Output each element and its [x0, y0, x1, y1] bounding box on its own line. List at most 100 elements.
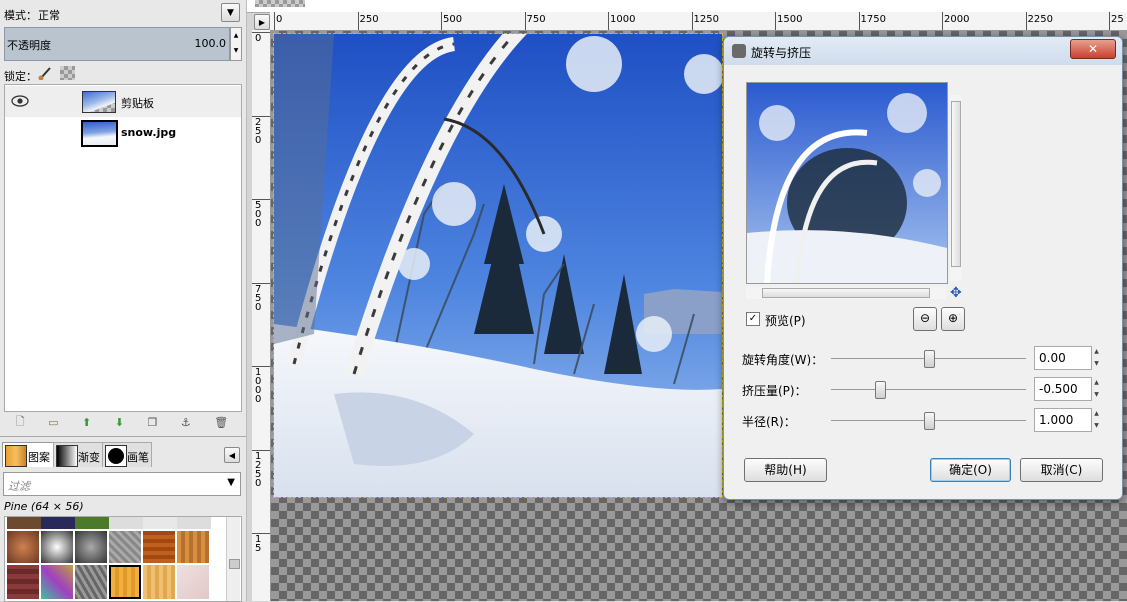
- gimp-icon: [732, 44, 746, 58]
- preview-image: [747, 83, 947, 283]
- pattern-swatch[interactable]: [7, 531, 39, 563]
- ruler-tick: [252, 366, 270, 367]
- dialog-titlebar[interactable]: 旋转与挤压 ✕: [724, 37, 1122, 65]
- filter-combo[interactable]: 过滤 ▼: [3, 472, 241, 496]
- param-label: 半径(R)：: [742, 415, 796, 429]
- ruler-tick-label: 500: [255, 200, 262, 229]
- ruler-tick-label: 1500: [777, 14, 803, 25]
- ruler-tick: [775, 12, 776, 30]
- layers-toolbar: 🗋 ▭ ⬆ ⬇ ❐ ⚓ 🗑: [4, 412, 240, 432]
- delete-icon[interactable]: 🗑: [214, 416, 228, 429]
- folder-icon[interactable]: ▭: [48, 416, 58, 429]
- preview-hscroll[interactable]: [746, 287, 946, 299]
- spin-down-icon[interactable]: ▼: [231, 43, 241, 58]
- mode-dropdown-button[interactable]: ▼: [221, 3, 240, 22]
- pattern-swatch-selected[interactable]: [109, 565, 141, 599]
- navigate-icon[interactable]: ✥: [950, 286, 964, 300]
- panel-menu-button[interactable]: ◀: [224, 447, 240, 463]
- ruler-tick-label: 25: [1111, 14, 1124, 25]
- ruler-tick-label: 1250: [693, 14, 719, 25]
- pattern-swatch[interactable]: [7, 565, 39, 599]
- ruler-vertical: 0 250 500 750 1000 1250 15: [252, 30, 271, 601]
- pattern-swatch[interactable]: [41, 517, 75, 529]
- scrollbar-thumb[interactable]: [229, 559, 240, 569]
- preview-vscroll[interactable]: [950, 95, 962, 281]
- slider-track[interactable]: [831, 389, 1026, 390]
- value-field[interactable]: -0.500: [1034, 377, 1092, 401]
- ok-button[interactable]: 确定(O): [930, 458, 1011, 482]
- close-button[interactable]: ✕: [1070, 39, 1116, 59]
- layer-row[interactable]: 剪贴板: [5, 86, 241, 117]
- layer-row[interactable]: snow.jpg: [5, 117, 241, 147]
- scrollbar-thumb[interactable]: [951, 101, 961, 267]
- spinner-buttons[interactable]: ▲ ▼: [1092, 408, 1101, 432]
- pattern-swatch[interactable]: [109, 517, 143, 529]
- alpha-lock-icon[interactable]: [60, 66, 75, 80]
- close-icon: ✕: [1087, 42, 1099, 56]
- slider-handle[interactable]: [874, 381, 886, 399]
- pattern-swatch[interactable]: [143, 517, 177, 529]
- ruler-tick: [858, 12, 860, 30]
- pattern-swatch[interactable]: [7, 517, 41, 529]
- anchor-icon[interactable]: ⚓: [181, 416, 191, 429]
- tab-label: 渐变: [78, 451, 100, 464]
- pattern-swatch[interactable]: [109, 531, 141, 563]
- zoom-out-button[interactable]: ⊖: [913, 307, 937, 331]
- param-label: 旋转角度(W)：: [742, 353, 824, 367]
- image-menu-button[interactable]: ▶: [254, 14, 270, 30]
- spinner-buttons[interactable]: ▲ ▼: [1092, 346, 1101, 370]
- pattern-swatch[interactable]: [143, 531, 175, 563]
- mode-value[interactable]: 正常: [38, 7, 60, 23]
- slider-handle[interactable]: [923, 412, 935, 430]
- pattern-swatch[interactable]: [41, 531, 73, 563]
- gradient-icon: [56, 445, 78, 467]
- lower-layer-icon[interactable]: ⬇: [115, 416, 124, 429]
- cancel-button[interactable]: 取消(C): [1020, 458, 1103, 482]
- opacity-slider[interactable]: 不透明度 100.0: [4, 27, 230, 61]
- spin-up-icon[interactable]: ▲: [231, 28, 241, 43]
- ruler-tick-label: 1000: [610, 14, 636, 25]
- slider-handle[interactable]: [923, 350, 935, 368]
- pattern-swatch[interactable]: [177, 517, 211, 529]
- ruler-tick: [252, 32, 270, 33]
- ruler-tick-label: 250: [255, 116, 262, 146]
- image-tab-thumbnail[interactable]: [255, 0, 305, 7]
- pattern-swatch[interactable]: [75, 517, 109, 529]
- pattern-swatch[interactable]: [41, 565, 73, 599]
- layers-list: 剪贴板 snow.jpg: [4, 84, 242, 412]
- brush-lock-icon[interactable]: [38, 66, 52, 81]
- ruler-tick: [274, 12, 275, 30]
- opacity-spinner[interactable]: ▲ ▼: [230, 27, 242, 61]
- scrollbar-thumb[interactable]: [762, 288, 930, 298]
- layer-name[interactable]: snow.jpg: [121, 126, 176, 139]
- help-button[interactable]: 帮助(H): [744, 458, 827, 482]
- value-field[interactable]: 0.00: [1034, 346, 1092, 370]
- tab-patterns[interactable]: 图案: [2, 442, 54, 467]
- preview-checkbox[interactable]: ✓: [746, 312, 760, 326]
- zoom-in-button[interactable]: ⊕: [941, 307, 965, 331]
- opacity-value: 100.0: [194, 37, 227, 50]
- pattern-swatch[interactable]: [75, 531, 107, 563]
- tab-gradients[interactable]: 渐变: [53, 442, 103, 467]
- image-layer[interactable]: [273, 33, 723, 498]
- raise-layer-icon[interactable]: ⬆: [82, 416, 91, 429]
- spinner-buttons[interactable]: ▲ ▼: [1092, 377, 1101, 401]
- duplicate-layer-icon[interactable]: ❐: [147, 416, 157, 429]
- pattern-swatch[interactable]: [75, 565, 107, 599]
- filter-input[interactable]: 过滤: [8, 478, 30, 494]
- pattern-swatch[interactable]: [177, 565, 209, 599]
- preview-area[interactable]: [746, 82, 948, 284]
- eye-icon[interactable]: [11, 95, 29, 107]
- pattern-swatch[interactable]: [143, 565, 175, 599]
- pattern-grid: [4, 516, 242, 602]
- pattern-swatch[interactable]: [177, 531, 209, 563]
- scrollbar[interactable]: [226, 517, 240, 601]
- value-field[interactable]: 1.000: [1034, 408, 1092, 432]
- whirl-pinch-dialog: 旋转与挤压 ✕ ✥ ✓ 预览(P) ⊖ ⊕ 旋转角度(W)： 0.00 ▲ ▼ …: [723, 36, 1123, 500]
- layer-name[interactable]: 剪贴板: [121, 95, 154, 111]
- preview-label: 预览(P): [765, 314, 806, 328]
- tab-brushes[interactable]: 画笔: [102, 442, 152, 467]
- layer-thumbnail: [81, 120, 118, 147]
- new-layer-icon[interactable]: 🗋: [16, 413, 25, 432]
- tab-label: 画笔: [127, 451, 149, 464]
